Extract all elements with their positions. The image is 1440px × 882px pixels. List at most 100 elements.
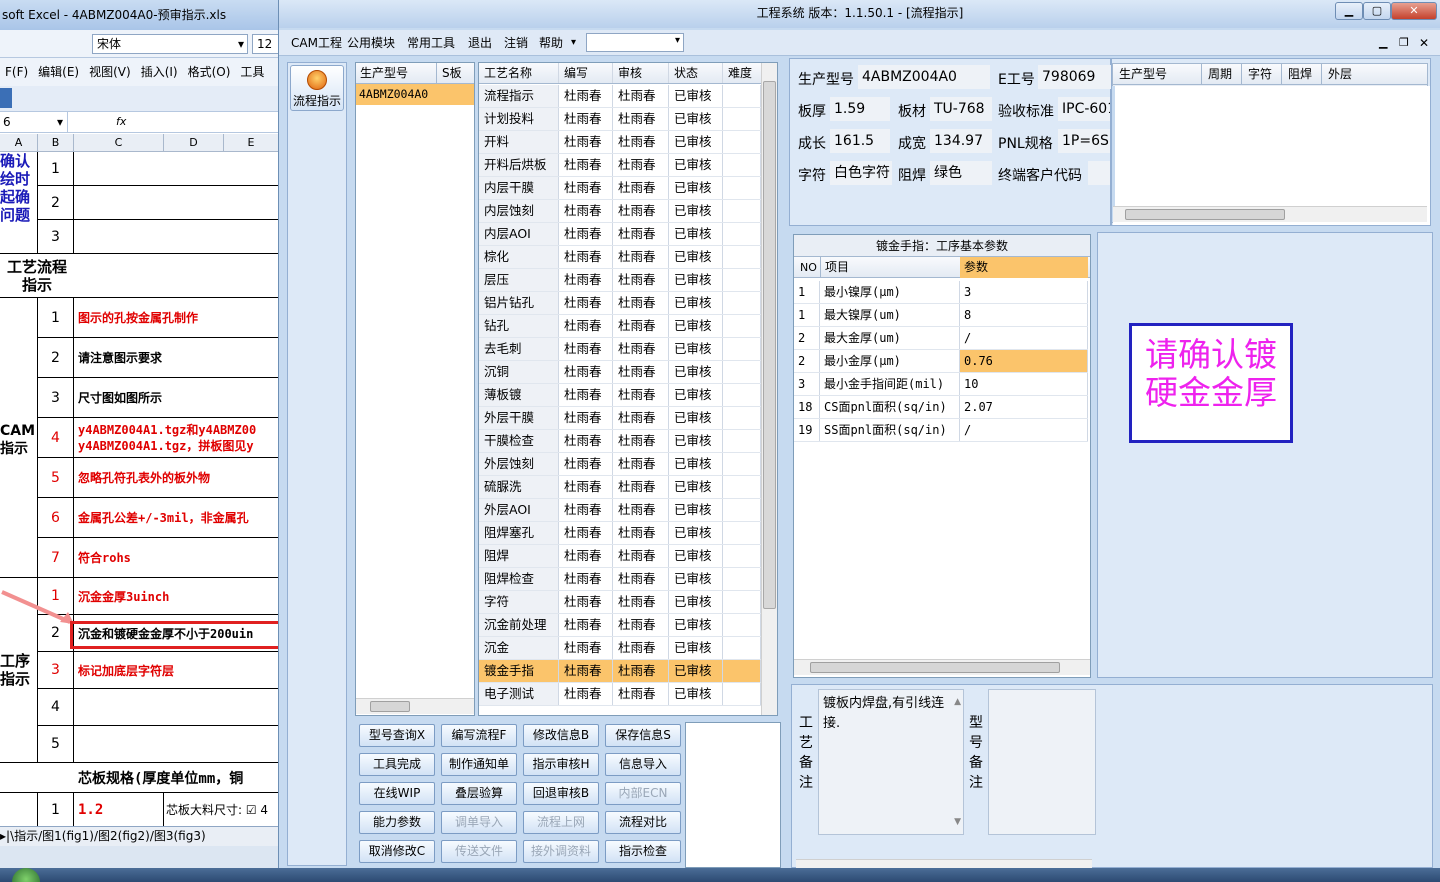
excel-menu-tools[interactable]: 工具 — [235, 58, 269, 86]
action-button[interactable]: 流程上网 — [523, 811, 599, 834]
history-period-header[interactable]: 周期 — [1201, 64, 1232, 85]
start-button-icon[interactable] — [12, 868, 40, 882]
parameter-row[interactable]: 1 最小镍厚(μm) 3 — [794, 281, 1088, 304]
action-button[interactable]: 接外调资料 — [523, 840, 599, 863]
mdi-restore-icon[interactable]: ❐ — [1399, 30, 1409, 56]
menu-help[interactable]: 帮助 — [539, 30, 563, 56]
model-list-hscroll[interactable] — [356, 698, 474, 714]
excel-menu-file[interactable]: F(F) — [0, 58, 33, 86]
action-button[interactable]: 型号查询X — [359, 724, 435, 747]
difficulty-header[interactable]: 难度 — [723, 63, 761, 83]
excel-menu-format[interactable]: 格式(O) — [183, 58, 236, 86]
value-header[interactable]: 参数 — [960, 257, 1088, 278]
sheet-row[interactable]: 2 请注意图示要求 — [0, 338, 278, 378]
name-box[interactable]: 6 ▾ — [0, 112, 68, 132]
menu-cam[interactable]: CAM工程 — [291, 30, 342, 56]
reviewer-header[interactable]: 审核 — [613, 63, 669, 83]
sheet-row[interactable]: 4 — [0, 689, 278, 726]
action-button[interactable]: 在线WIP — [359, 782, 435, 805]
process-row[interactable]: 铝片钻孔 杜雨春 杜雨春 已审核 — [479, 292, 761, 315]
solder-mask-value[interactable]: 绿色 — [930, 161, 992, 185]
sheet-row[interactable]: 3 — [0, 220, 278, 254]
process-row[interactable]: 阻焊 杜雨春 杜雨春 已审核 — [479, 545, 761, 568]
action-button[interactable]: 信息导入 — [605, 753, 681, 776]
process-row[interactable]: 干膜检查 杜雨春 杜雨春 已审核 — [479, 430, 761, 453]
process-row[interactable]: 沉金 杜雨春 杜雨春 已审核 — [479, 637, 761, 660]
length-value[interactable]: 161.5 — [830, 129, 890, 153]
parameter-row[interactable]: 19 SS面pnl面积(sq/in) / — [794, 419, 1088, 442]
process-row[interactable]: 镀金手指 杜雨春 杜雨春 已审核 — [479, 660, 761, 683]
process-row[interactable]: 内层蚀刻 杜雨春 杜雨春 已审核 — [479, 200, 761, 223]
s-board-column-header[interactable]: S板 — [436, 63, 462, 84]
process-row[interactable]: 层压 杜雨春 杜雨春 已审核 — [479, 269, 761, 292]
material-value[interactable]: TU-768 — [930, 97, 992, 121]
standard-value[interactable]: IPC-601 — [1058, 97, 1110, 121]
sheet-row[interactable]: 芯板规格(厚度单位mm，铜 — [0, 763, 278, 793]
model-column-header[interactable]: 生产型号 — [360, 63, 408, 84]
menu-tools[interactable]: 常用工具 — [407, 30, 455, 56]
process-row[interactable]: 开料 杜雨春 杜雨春 已审核 — [479, 131, 761, 154]
sheet-row[interactable]: 1 图示的孔按金属孔制作 — [0, 298, 278, 338]
mdi-minimize-icon[interactable]: ▁ — [1379, 30, 1387, 56]
action-button[interactable]: 工具完成 — [359, 753, 435, 776]
customer-code-value[interactable] — [1088, 161, 1110, 185]
sheet-row[interactable]: 4 y4ABMZ004A1.tgz和y4ABMZ00 y4ABMZ004A1.tgz… — [0, 418, 278, 458]
scroll-down-icon[interactable]: ▼ — [954, 812, 961, 832]
nav-flow-button[interactable]: 流程指示 — [290, 65, 344, 111]
thickness-value[interactable]: 1.59 — [830, 97, 890, 121]
process-row[interactable]: 外层蚀刻 杜雨春 杜雨春 已审核 — [479, 453, 761, 476]
sheet-tabs[interactable]: ▸|\指示/图1(fig1)/图2(fig2)/图3(fig3) — [0, 826, 278, 846]
action-button[interactable]: 制作通知单 — [441, 753, 517, 776]
scroll-up-icon[interactable]: ▲ — [954, 692, 961, 712]
process-row[interactable]: 开料后烘板 杜雨春 杜雨春 已审核 — [479, 154, 761, 177]
model-list-row[interactable]: 4ABMZ004A0 — [356, 84, 474, 105]
process-row[interactable]: 棕化 杜雨春 杜雨春 已审核 — [479, 246, 761, 269]
menu-logout[interactable]: 注销 — [504, 30, 528, 56]
history-outer-header[interactable]: 外层 — [1321, 64, 1352, 85]
process-row[interactable]: 字符 杜雨春 杜雨春 已审核 — [479, 591, 761, 614]
action-button[interactable]: 叠层验算 — [441, 782, 517, 805]
sheet-row[interactable]: 3 标记加底层字符层 — [0, 652, 278, 689]
action-button[interactable]: 指示检查 — [605, 840, 681, 863]
minimize-button[interactable]: ▁ — [1335, 2, 1363, 20]
parameter-row[interactable]: 18 CS面pnl面积(sq/in) 2.07 — [794, 396, 1088, 419]
action-button[interactable]: 取消修改C — [359, 840, 435, 863]
model-value[interactable]: 4ABMZ004A0 — [858, 65, 990, 89]
memo-box[interactable] — [685, 722, 781, 868]
action-button[interactable]: 保存信息S — [605, 724, 681, 747]
process-row[interactable]: 沉金前处理 杜雨春 杜雨春 已审核 — [479, 614, 761, 637]
parameter-row[interactable]: 3 最小金手指间距(mil) 10 — [794, 373, 1088, 396]
history-model-header[interactable]: 生产型号 — [1119, 64, 1167, 85]
column-header-a[interactable]: A — [0, 134, 38, 152]
process-row[interactable]: 外层干膜 杜雨春 杜雨春 已审核 — [479, 407, 761, 430]
excel-menu-view[interactable]: 视图(V) — [84, 58, 136, 86]
parameter-row[interactable]: 2 最小金厚(μm) 0.76 — [794, 350, 1088, 373]
mdi-close-icon[interactable]: ✕ — [1419, 30, 1429, 56]
scroll-thumb[interactable] — [763, 81, 776, 609]
status-header[interactable]: 状态 — [669, 63, 723, 83]
sheet-row[interactable]: 2 — [0, 186, 278, 220]
excel-menu-insert[interactable]: 插入(I) — [136, 58, 183, 86]
process-row[interactable]: 钻孔 杜雨春 杜雨春 已审核 — [479, 315, 761, 338]
font-name-select[interactable]: 宋体 ▾ — [92, 34, 248, 54]
column-header-c[interactable]: C — [74, 134, 164, 152]
parameter-row[interactable]: 2 最大金厚(um) / — [794, 327, 1088, 350]
sheet-row[interactable]: 7 符合rohs — [0, 538, 278, 578]
process-row[interactable]: 阻焊塞孔 杜雨春 杜雨春 已审核 — [479, 522, 761, 545]
process-row[interactable]: 硫脲洗 杜雨春 杜雨春 已审核 — [479, 476, 761, 499]
action-button[interactable]: 修改信息B — [523, 724, 599, 747]
close-button[interactable]: ✕ — [1391, 2, 1437, 20]
process-row[interactable]: 沉铜 杜雨春 杜雨春 已审核 — [479, 361, 761, 384]
sheet-row[interactable]: 5 — [0, 726, 278, 763]
process-row[interactable]: 阻焊检查 杜雨春 杜雨春 已审核 — [479, 568, 761, 591]
action-button[interactable]: 编写流程F — [441, 724, 517, 747]
sheet-row[interactable]: 5 忽略孔符孔表外的板外物 — [0, 458, 278, 498]
process-row[interactable]: 内层干膜 杜雨春 杜雨春 已审核 — [479, 177, 761, 200]
process-name-header[interactable]: 工艺名称 — [479, 63, 559, 83]
process-row[interactable]: 电子测试 杜雨春 杜雨春 已审核 — [479, 683, 761, 706]
parameter-row[interactable]: 1 最大镍厚(um) 8 — [794, 304, 1088, 327]
column-header-d[interactable]: D — [164, 134, 224, 152]
history-character-header[interactable]: 字符 — [1241, 64, 1272, 85]
column-header-e[interactable]: E — [224, 134, 278, 152]
width-value[interactable]: 134.97 — [930, 129, 992, 153]
